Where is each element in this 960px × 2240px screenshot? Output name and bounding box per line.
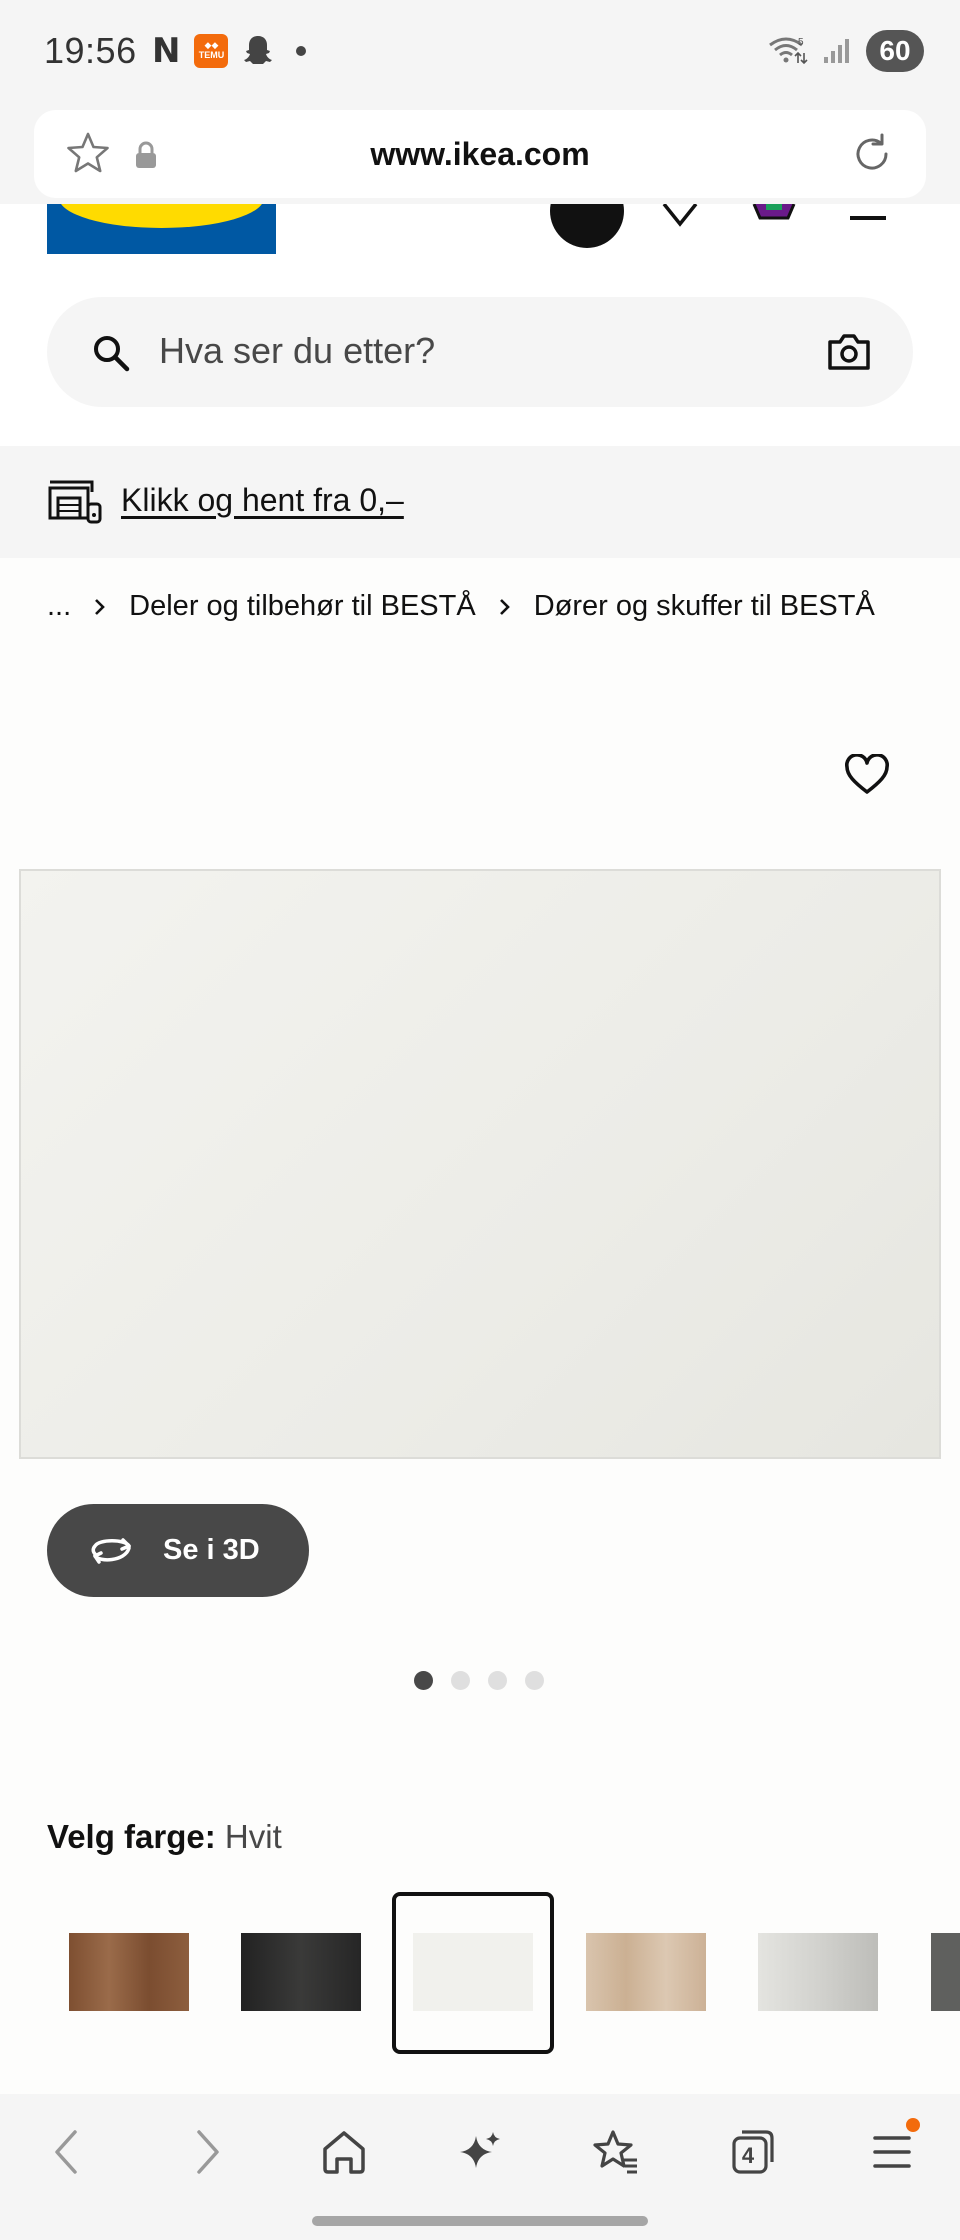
color-swatch-black[interactable] [220,1892,382,2054]
url-text[interactable]: www.ikea.com [34,136,926,173]
hamburger-menu-icon[interactable] [850,204,886,228]
rotate-3d-icon [91,1537,131,1564]
color-swatch-grey[interactable] [737,1892,899,2054]
color-swatch-dark-grey[interactable] [909,1892,960,2054]
pagination-dot-2[interactable] [451,1671,470,1690]
wishlist-heart-icon[interactable] [660,204,700,234]
click-collect-banner: Klikk og hent fra 0,– [0,446,960,558]
search-section [0,264,960,446]
chevron-right-icon [197,2130,219,2174]
product-image[interactable] [19,869,941,1459]
bookmarks-button[interactable] [588,2124,644,2180]
breadcrumb-item-parts[interactable]: Deler og tilbehør til BESTÅ [129,590,476,623]
sparkle-icon [460,2132,500,2168]
snapchat-icon [244,36,273,64]
store-pickup-icon [48,480,102,524]
status-system-icons: 5 60 [768,30,924,72]
home-icon [323,2131,365,2174]
reload-icon[interactable] [848,130,896,178]
pagination-dot-4[interactable] [525,1671,544,1690]
notification-dot [296,46,307,56]
chevron-right-icon [95,598,106,615]
breadcrumb-item-ellipsis[interactable]: ... [47,590,71,623]
shopping-bag-icon[interactable] [752,204,796,228]
chevron-right-icon [499,598,510,615]
color-swatch-walnut[interactable] [48,1892,210,2054]
pagination-dot-1[interactable] [414,1671,433,1690]
temu-icon: ◆◆ TEMU [194,34,229,68]
color-swatch-list [0,1892,960,2058]
ikea-logo[interactable] [47,204,276,254]
tabs-button[interactable]: 4 [724,2124,780,2180]
breadcrumb: ... Deler og tilbehør til BESTÅ Dører og… [47,590,875,623]
bookmarks-star-icon [593,2130,637,2174]
chevron-left-icon [55,2130,77,2174]
battery-icon: 60 [866,30,924,72]
search-input[interactable] [159,325,759,377]
color-selection-label: Velg farge: Hvit [47,1818,282,1856]
assistant-button[interactable] [452,2124,508,2180]
back-button[interactable] [38,2124,94,2180]
status-bar: 19:56 N ◆◆ TEMU 5 60 [0,0,960,104]
view-3d-label: Se i 3D [163,1534,260,1566]
site-header [0,204,960,264]
search-icon [94,336,130,372]
hamburger-menu-icon [873,2136,911,2168]
home-button[interactable] [316,2124,372,2180]
menu-notification-dot [906,2118,920,2132]
view-3d-button[interactable]: Se i 3D [47,1504,309,1597]
account-avatar-icon[interactable] [550,204,624,248]
wifi-icon: 5 [769,37,808,65]
menu-button[interactable] [864,2118,920,2180]
color-swatch-white[interactable] [392,1892,554,2054]
netflix-icon: N [152,31,181,71]
forward-button[interactable] [180,2124,236,2180]
browser-toolbar: www.ikea.com [0,104,960,204]
image-pagination [414,1671,544,1690]
click-collect-link[interactable]: Klikk og hent fra 0,– [121,482,404,519]
search-bar[interactable] [47,297,913,407]
pagination-dot-3[interactable] [488,1671,507,1690]
svg-text:5: 5 [798,37,804,48]
status-time: 19:56 [44,30,137,71]
signal-icon [824,39,849,63]
address-bar[interactable]: www.ikea.com [34,110,926,198]
tab-count: 4 [741,2143,755,2168]
selected-color-value: Hvit [224,1818,282,1855]
home-indicator[interactable] [312,2216,648,2226]
color-swatch-oak[interactable] [565,1892,727,2054]
status-notification-icons: N ◆◆ TEMU [152,31,307,71]
camera-icon[interactable] [827,333,871,371]
add-to-favourites-heart-icon[interactable] [844,754,890,796]
breadcrumb-item-doors[interactable]: Dører og skuffer til BESTÅ [534,590,875,623]
color-label-text: Velg farge: [47,1818,216,1855]
